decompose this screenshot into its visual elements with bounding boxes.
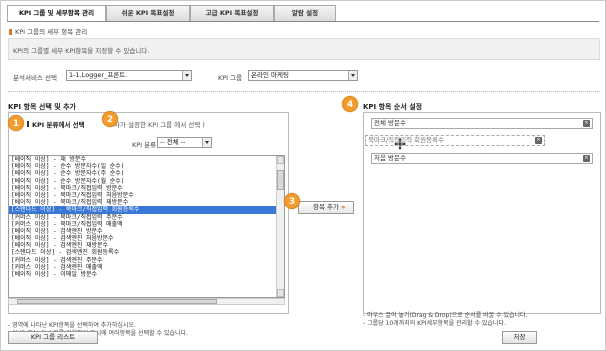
vertical-scrollbar[interactable] xyxy=(276,156,284,297)
close-icon[interactable]: × xyxy=(583,120,590,127)
scroll-thumb[interactable] xyxy=(277,170,284,190)
scroll-up-icon[interactable] xyxy=(277,156,284,164)
close-icon[interactable]: × xyxy=(583,155,590,162)
order-item[interactable]: 전체 방문수 × xyxy=(371,118,593,129)
list-item[interactable]: [스탠다드 이상] - 북마크/직접입력 회원등록수 xyxy=(9,206,284,214)
step-badge-1: 1 xyxy=(8,115,24,131)
close-icon[interactable]: × xyxy=(535,137,542,144)
category-label: KPI 분류 xyxy=(132,141,157,149)
step-badge-2: 2 xyxy=(102,111,118,127)
chevron-down-icon xyxy=(182,71,191,80)
tab-alarm-settings[interactable]: 알람 설정 xyxy=(274,5,336,21)
kpi-item-listbox[interactable]: [베이직 이상] - 재 방문수 [베이직 이상] - 순수 방문자수(일 순수)… xyxy=(8,155,285,298)
page-subtitle-text: KPI 그룹의 세부 항목 관리 xyxy=(15,28,88,36)
tab-divider xyxy=(7,21,599,22)
add-item-label: 항목 추가 xyxy=(313,203,339,211)
step-badge-3: 3 xyxy=(284,193,300,209)
service-label: 분석서비스 선택 xyxy=(13,74,57,82)
list-item[interactable]: [커머스 이상] - 검색엔진 매출액 xyxy=(9,264,284,271)
category-hint: 자가 설정한 KPI 그룹 에서 선택 ) xyxy=(114,121,205,129)
page-subtitle: KPI 그룹의 세부 항목 관리 xyxy=(9,26,87,36)
chevron-down-icon xyxy=(202,138,211,147)
bullet-icon xyxy=(9,29,12,35)
tab-kpi-group-management[interactable]: KPI 그룹 및 세부항목 관리 xyxy=(7,5,106,22)
filter-bar: 분석서비스 선택 1-1.Logger_프론트. KPI 그룹 온라인 마케팅 xyxy=(8,62,600,92)
category-heading-text: KPI 분류에서 선택 xyxy=(32,121,85,129)
order-item-label: 전체 방문수 xyxy=(374,119,406,127)
right-section-title: KPI 항목 순서 설정 xyxy=(363,103,423,111)
list-item[interactable]: [베이직 이상] - 순수 방문자수(주 순수) xyxy=(9,170,284,177)
description-box: KPI의 그룹별 세부 KPI항목을 지정할 수 있습니다. xyxy=(8,38,600,60)
left-section-title: KPI 항목 선택 및 추가 xyxy=(8,103,76,111)
double-arrow-icon: » xyxy=(341,203,346,211)
save-button[interactable]: 저장 xyxy=(502,331,537,344)
add-item-button[interactable]: 항목 추가 » xyxy=(298,201,354,214)
list-item[interactable]: [베이직 이상] - 검색엔진 방문수 xyxy=(9,228,284,235)
window-frame: KPI 그룹 및 세부항목 관리 쉬운 KPI 목표설정 고급 KPI 목표설정… xyxy=(0,0,606,351)
group-select[interactable]: 온라인 마케팅 xyxy=(248,70,358,81)
kpi-item-list: [베이직 이상] - 재 방문수 [베이직 이상] - 순수 방문자수(일 순수)… xyxy=(9,156,284,278)
bullet-icon xyxy=(27,121,29,127)
scroll-thumb[interactable] xyxy=(17,299,217,304)
category-heading: KPI 분류에서 선택 xyxy=(27,119,85,129)
horizontal-scrollbar[interactable] xyxy=(8,298,285,305)
step-badge-4: 4 xyxy=(342,96,358,112)
category-select-value: -- 전체 -- xyxy=(160,138,186,146)
order-item-label: 처음 방문수 xyxy=(374,154,406,162)
list-item[interactable]: [커머스 이상] - 검색엔진 주문수 xyxy=(9,257,284,264)
order-item-dragging[interactable]: 북마크/직접입력 회원등록수 × xyxy=(365,135,545,146)
service-select-value: 1-1.Logger_프론트. xyxy=(69,71,128,79)
list-item[interactable]: [스탠다드 이상] - 검색엔진 회원등록수 xyxy=(9,249,284,256)
group-select-value: 온라인 마케팅 xyxy=(251,71,289,79)
tab-easy-kpi-goal[interactable]: 쉬운 KPI 목표설정 xyxy=(106,5,190,21)
tab-advanced-kpi-goal[interactable]: 고급 KPI 목표설정 xyxy=(190,5,274,21)
list-item[interactable]: [커머스 이상] - 북마크/직접입력 주문수 xyxy=(9,214,284,221)
chevron-down-icon xyxy=(348,71,357,80)
list-item[interactable]: [커머스 이상] - 북마크/직접입력 매출액 xyxy=(9,221,284,228)
list-item[interactable]: [베이직 이상] - 이메일 방문수 xyxy=(9,271,284,278)
group-label: KPI 그룹 xyxy=(218,74,243,82)
list-item[interactable]: [베이직 이상] - 북마크/직접입력 방문수 xyxy=(9,185,284,192)
right-note-2: - 그룹당 10개까지의 KPI세부항목을 관리할 수 있습니다. xyxy=(363,320,506,327)
service-select[interactable]: 1-1.Logger_프론트. xyxy=(66,70,192,81)
category-select[interactable]: -- 전체 -- xyxy=(157,137,212,148)
order-item[interactable]: 처음 방문수 × xyxy=(371,153,593,164)
move-cursor-icon xyxy=(394,138,406,150)
order-item-label: 북마크/직접입력 회원등록수 xyxy=(368,136,445,144)
scroll-down-icon[interactable] xyxy=(277,289,284,297)
kpi-group-list-button[interactable]: KPI 그룹 리스트 xyxy=(8,331,98,344)
list-item[interactable]: [베이직 이상] - 순수 방문자수(월 순수) xyxy=(9,178,284,185)
